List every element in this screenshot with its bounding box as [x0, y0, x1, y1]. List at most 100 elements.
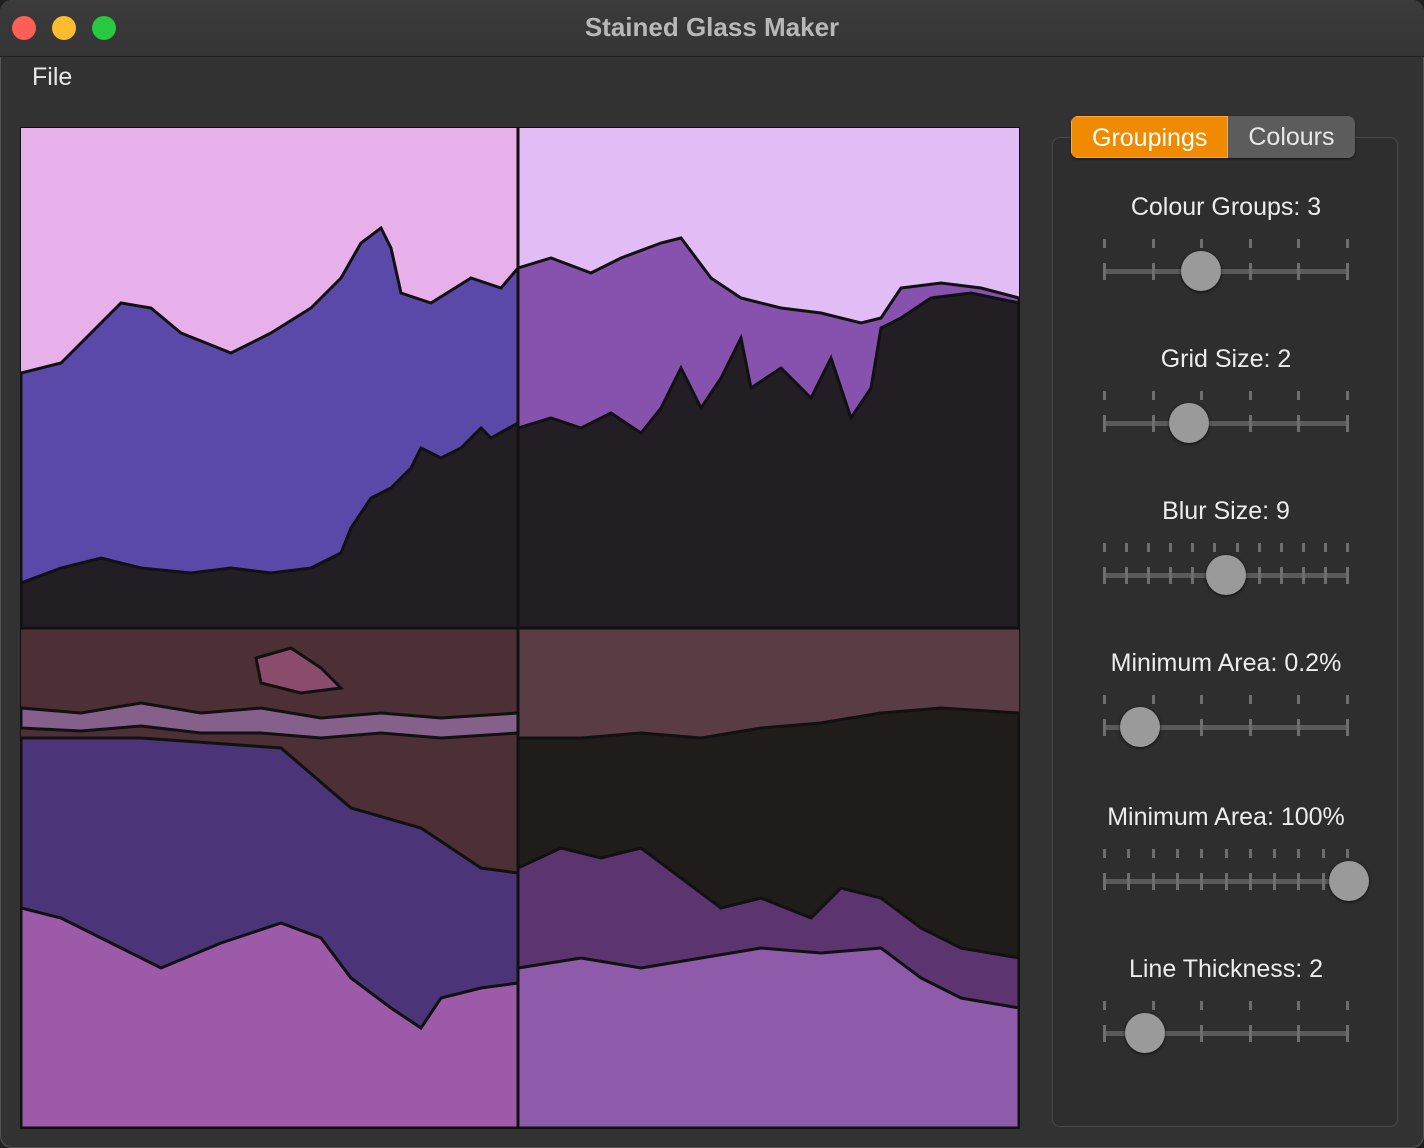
window-title: Stained Glass Maker: [584, 12, 840, 42]
colour-groups-label: Colour Groups: 3: [1130, 193, 1322, 221]
slider-tick: [1151, 263, 1155, 280]
slider-tick: [1297, 415, 1301, 432]
slider-tick: [1346, 1025, 1349, 1042]
slider-tick: [1321, 873, 1325, 890]
slider-knob[interactable]: [1169, 403, 1210, 443]
slider-tick: [1297, 239, 1301, 248]
file-menu[interactable]: File: [32, 63, 72, 92]
slider-tick: [1200, 719, 1204, 736]
slider-knob[interactable]: [1181, 251, 1222, 291]
slider-tick: [1346, 695, 1349, 704]
slider-tick: [1200, 1025, 1204, 1042]
slider-tick: [1297, 1025, 1301, 1042]
slider-tick: [1103, 873, 1106, 890]
slider-tick: [1151, 1001, 1155, 1010]
title-bar: Stained Glass Maker: [0, 0, 1424, 57]
minimum-area-full-label: Minimum Area: 100%: [1107, 803, 1345, 831]
slider-tick: [1147, 543, 1151, 552]
slider-tick: [1151, 239, 1155, 248]
slider-tick: [1103, 1025, 1106, 1042]
tile-top-left: [21, 128, 520, 630]
slider-tick: [1346, 239, 1349, 248]
slider-tick: [1151, 873, 1155, 890]
slider-tick: [1191, 543, 1195, 552]
slider-tick: [1103, 263, 1106, 280]
slider-tick: [1279, 543, 1283, 552]
stained-glass-canvas[interactable]: [20, 127, 1020, 1129]
slider-tick: [1103, 543, 1106, 552]
slider-tick: [1297, 391, 1301, 400]
slider-tick: [1103, 415, 1106, 432]
slider-tick: [1297, 695, 1301, 704]
slider-tick: [1169, 567, 1173, 584]
line-thickness-label: Line Thickness: 2: [1128, 955, 1324, 983]
slider-tick: [1346, 263, 1349, 280]
slider-tick: [1273, 849, 1277, 858]
slider-tick: [1200, 873, 1204, 890]
slider-tick: [1127, 873, 1131, 890]
slider-tick: [1147, 567, 1151, 584]
slider-tick: [1248, 239, 1252, 248]
tile-bottom-right: [516, 628, 1019, 1128]
blur-size-control: Blur Size: 9: [1053, 497, 1399, 617]
slider-knob[interactable]: [1206, 555, 1246, 595]
slider-tick: [1151, 391, 1155, 400]
slider-tick: [1346, 1001, 1349, 1010]
slider-tick: [1103, 239, 1106, 248]
slider-tick: [1127, 849, 1131, 858]
slider-tick: [1297, 849, 1301, 858]
slider-tick: [1297, 873, 1301, 890]
slider-tick: [1103, 695, 1106, 704]
colour-groups-control: Colour Groups: 3: [1053, 193, 1399, 313]
grid-size-label: Grid Size: 2: [1160, 345, 1292, 373]
slider-tick: [1169, 543, 1173, 552]
slider-tick: [1346, 567, 1349, 584]
slider-tick: [1200, 849, 1204, 858]
slider-tick: [1191, 567, 1195, 584]
slider-track[interactable]: [1103, 269, 1349, 274]
slider-track[interactable]: [1103, 421, 1349, 426]
slider-tick: [1346, 719, 1349, 736]
tab-groupings[interactable]: Groupings: [1071, 116, 1229, 158]
slider-tick: [1103, 1001, 1106, 1010]
slider-tick: [1257, 543, 1261, 552]
slider-knob[interactable]: [1124, 1013, 1165, 1053]
slider-tick: [1103, 567, 1106, 584]
slider-tick: [1248, 391, 1252, 400]
grid-size-control: Grid Size: 2: [1053, 345, 1399, 465]
minimum-area-full-control: Minimum Area: 100%: [1053, 803, 1399, 923]
slider-tick: [1200, 695, 1204, 704]
tile-top-right: [516, 128, 1019, 630]
tile-bottom-left: [21, 628, 520, 1128]
minimum-area-percent-control: Minimum Area: 0.2%: [1053, 649, 1399, 769]
slider-tick: [1248, 849, 1252, 858]
slider-tick: [1279, 567, 1283, 584]
slider-tick: [1323, 543, 1327, 552]
slider-tick: [1346, 415, 1349, 432]
slider-tick: [1321, 849, 1325, 858]
slider-tick: [1346, 391, 1349, 400]
slider-tick: [1213, 543, 1217, 552]
slider-tick: [1248, 415, 1252, 432]
slider-tick: [1103, 719, 1106, 736]
tab-bar: Groupings Colours: [1071, 116, 1355, 158]
slider-tick: [1103, 849, 1106, 858]
slider-tick: [1200, 239, 1204, 248]
slider-tick: [1257, 567, 1261, 584]
slider-tick: [1346, 543, 1349, 552]
slider-tick: [1323, 567, 1327, 584]
blur-size-label: Blur Size: 9: [1162, 497, 1290, 525]
slider-tick: [1248, 1025, 1252, 1042]
slider-tick: [1200, 391, 1204, 400]
slider-tick: [1248, 695, 1252, 704]
slider-tick: [1297, 263, 1301, 280]
slider-tick: [1151, 415, 1155, 432]
slider-knob[interactable]: [1329, 861, 1369, 901]
slider-tick: [1151, 695, 1155, 704]
slider-knob[interactable]: [1119, 707, 1160, 747]
slider-tick: [1175, 849, 1179, 858]
slider-tick: [1346, 849, 1349, 858]
slider-tick: [1301, 567, 1305, 584]
slider-tick: [1175, 873, 1179, 890]
tab-colours[interactable]: Colours: [1228, 116, 1355, 158]
